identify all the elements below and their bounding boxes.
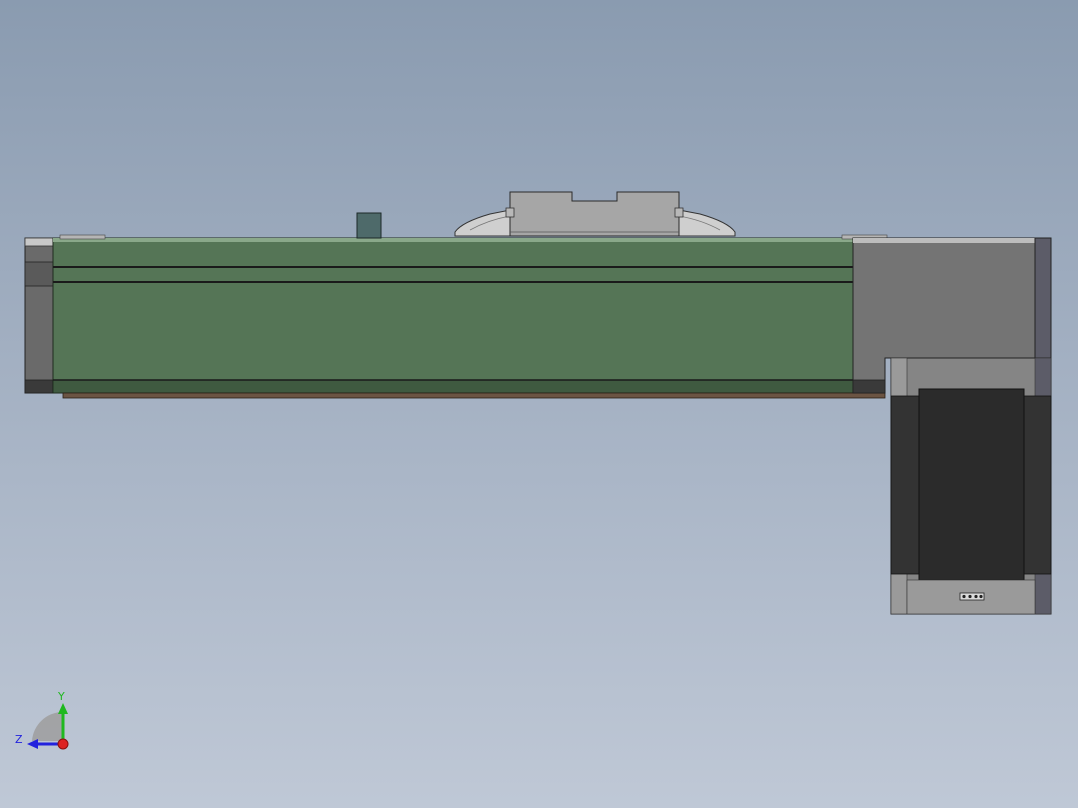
stepper-motor [890,357,1052,615]
x-axis-dot [57,738,69,750]
graphics-viewport[interactable]: Y Z [0,0,1078,808]
triad-arc [32,711,63,741]
linear-actuator-model[interactable]: Y Z [0,0,1078,808]
actuator-body [52,234,888,394]
carriage [454,191,736,237]
y-axis-arrowhead [58,703,68,714]
reference-triad[interactable]: Y Z [15,690,69,750]
left-end-cap [24,237,54,394]
z-axis-label: Z [15,733,23,746]
y-axis-label: Y [57,690,65,703]
base-strip [62,392,886,399]
sensor-block [356,212,382,239]
